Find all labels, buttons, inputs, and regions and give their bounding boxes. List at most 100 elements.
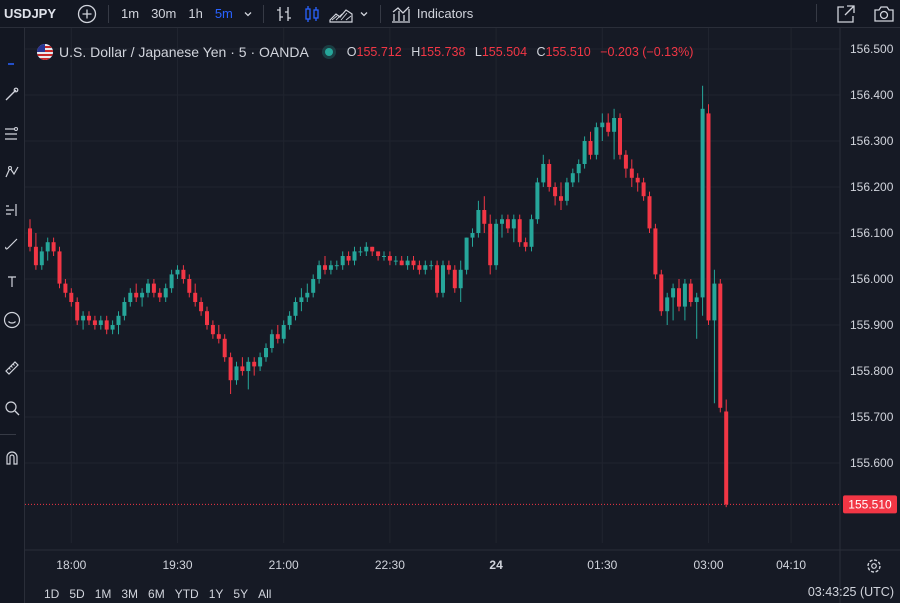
candle-body <box>470 233 475 238</box>
candle-body <box>175 269 180 275</box>
x-tick-label: 18:00 <box>56 558 86 572</box>
candle-body <box>665 297 670 312</box>
candle-body <box>340 256 345 266</box>
indicators-icon <box>391 6 410 23</box>
trendline-tool[interactable] <box>0 82 24 106</box>
range-5d[interactable]: 5D <box>69 587 84 601</box>
candle-body <box>541 164 546 183</box>
candle-body <box>128 292 133 302</box>
magnet-icon <box>6 451 18 465</box>
range-1d[interactable]: 1D <box>44 587 59 601</box>
lock-tool[interactable] <box>0 446 24 470</box>
indicators-button[interactable]: Indicators <box>391 0 473 27</box>
icon-tool[interactable] <box>0 308 24 332</box>
candle-body <box>547 164 552 187</box>
x-tick-label: 21:00 <box>269 558 299 572</box>
candle-body <box>464 237 469 270</box>
cursor-tool[interactable] <box>0 52 24 76</box>
settings-gear-icon[interactable] <box>867 559 881 573</box>
x-tick-label: 19:30 <box>162 558 192 572</box>
ruler-icon <box>5 361 19 375</box>
y-tick-label: 156.400 <box>850 88 894 102</box>
candle-body <box>116 315 121 325</box>
range-1m[interactable]: 1M <box>95 587 112 601</box>
screenshot-button[interactable] <box>872 0 896 27</box>
candle-body <box>187 279 192 293</box>
candlestick-chart[interactable]: 156.500 156.400 156.300 156.200 156.100 156.0… <box>25 28 900 603</box>
candle-body <box>441 265 445 293</box>
candle-body <box>293 302 298 316</box>
divider <box>108 4 109 23</box>
chart-type-dropdown[interactable] <box>356 0 372 27</box>
timeframe-30m[interactable]: 30m <box>145 6 182 21</box>
candles-icon <box>305 5 319 22</box>
x-tick-label: 04:10 <box>776 558 806 572</box>
low-value: 155.504 <box>481 45 528 59</box>
forecast-tool[interactable] <box>0 198 24 222</box>
candle-body <box>358 251 363 253</box>
fib-icon <box>5 127 18 140</box>
range-ytd[interactable]: YTD <box>175 587 199 601</box>
candles-style-button[interactable] <box>298 0 326 27</box>
open-value: 155.712 <box>356 45 402 59</box>
range-6m[interactable]: 6M <box>148 587 165 601</box>
low-label: L <box>474 45 482 59</box>
y-tick-label: 156.100 <box>850 226 894 240</box>
candle-body <box>576 164 581 174</box>
pattern-tool[interactable] <box>0 160 24 184</box>
candle-body <box>33 246 38 266</box>
candle-body <box>494 223 499 266</box>
candle-body <box>606 122 611 132</box>
divider <box>379 4 381 23</box>
x-tick-label: 03:00 <box>693 558 723 572</box>
candle-body <box>57 251 62 284</box>
candle-body <box>275 334 280 339</box>
compare-symbol-button[interactable] <box>74 0 100 27</box>
range-all[interactable]: All <box>258 587 271 601</box>
candle-body <box>482 210 487 224</box>
brush-tool[interactable] <box>0 232 24 256</box>
chevron-down-icon <box>244 11 252 16</box>
fullscreen-button[interactable] <box>834 0 858 27</box>
zoom-tool[interactable] <box>0 396 24 420</box>
range-3m[interactable]: 3M <box>121 587 138 601</box>
y-tick-label: 156.300 <box>850 134 894 148</box>
high-label: H <box>411 45 421 59</box>
candle-body <box>87 315 91 321</box>
candle-body <box>452 269 457 289</box>
area-style-button[interactable] <box>326 0 356 27</box>
candle-body <box>529 219 534 247</box>
symbol-search-button[interactable]: USDJPY <box>0 6 74 21</box>
range-5y[interactable]: 5Y <box>233 587 248 601</box>
candle-body <box>570 173 575 183</box>
measure-tool[interactable] <box>0 356 24 380</box>
bar-style-button[interactable] <box>270 0 298 27</box>
range-1y[interactable]: 1Y <box>209 587 224 601</box>
y-tick-label: 155.600 <box>850 456 894 470</box>
x-tick-label: 24 <box>489 558 503 572</box>
y-tick-label: 155.800 <box>850 364 894 378</box>
utc-clock[interactable]: 03:43:25 (UTC) <box>808 585 894 599</box>
candle-body <box>553 187 558 197</box>
chart-area[interactable]: 156.500 156.400 156.300 156.200 156.100 156.0… <box>25 28 900 603</box>
fib-tool[interactable] <box>0 122 24 146</box>
timeframe-5m[interactable]: 5m <box>209 6 239 21</box>
candle-body <box>305 292 310 298</box>
candle-body <box>352 251 357 261</box>
candle-body <box>328 265 333 270</box>
candle-body <box>281 325 286 339</box>
symbol-title[interactable]: U.S. Dollar / Japanese Yen · 5 · OANDA <box>59 44 309 60</box>
timeframe-1h[interactable]: 1h <box>182 6 208 21</box>
candle-body <box>216 334 221 339</box>
timeframe-1m[interactable]: 1m <box>115 6 145 21</box>
drawing-toolbar <box>0 28 25 603</box>
date-range-bar: 1D 5D 1M 3M 6M YTD 1Y 5Y All 03:43:25 (U… <box>25 585 900 603</box>
text-tool[interactable] <box>0 270 24 294</box>
candle-body <box>700 108 705 298</box>
candle-body <box>647 196 652 229</box>
timeframe-dropdown[interactable] <box>239 0 257 27</box>
candle-body <box>140 292 145 298</box>
candle-body <box>629 168 634 178</box>
candle-body <box>623 154 628 169</box>
candle-body <box>39 251 44 266</box>
